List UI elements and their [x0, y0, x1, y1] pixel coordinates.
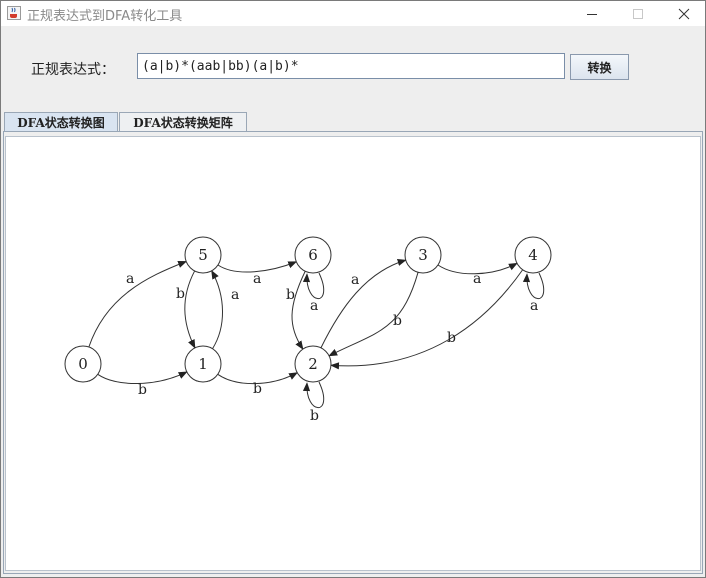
- transition-edge-0-5: [88, 261, 188, 348]
- title-bar: 正规表达式到DFA转化工具: [1, 1, 705, 26]
- window-title: 正规表达式到DFA转化工具: [27, 9, 183, 24]
- state-label: 2: [308, 355, 318, 373]
- transition-label: b: [393, 313, 402, 329]
- transition-edge-5-1: [184, 270, 196, 349]
- transition-edge-4-2: [330, 269, 524, 370]
- state-node-3: 3: [404, 236, 442, 274]
- transition-label: a: [310, 298, 318, 314]
- transition-label: a: [530, 298, 538, 314]
- state-label: 4: [528, 246, 538, 264]
- state-node-6: 6: [294, 236, 332, 274]
- transition-loop-6: [302, 272, 325, 299]
- transition-loop-4: [522, 272, 545, 299]
- transition-label: b: [176, 286, 185, 302]
- transition-label: a: [253, 271, 261, 287]
- transition-label: a: [231, 287, 239, 303]
- maximize-button[interactable]: [615, 1, 661, 26]
- state-node-4: 4: [514, 236, 552, 274]
- close-button[interactable]: [661, 1, 706, 26]
- close-icon: [678, 8, 690, 19]
- tab-dfa-matrix[interactable]: DFA状态转换矩阵: [119, 112, 247, 131]
- transition-loop-2: [302, 381, 325, 408]
- state-node-1: 1: [184, 345, 222, 383]
- maximize-icon: [633, 8, 643, 19]
- state-label: 6: [308, 246, 318, 264]
- state-node-2: 2: [294, 345, 332, 383]
- dfa-graph: abb aababbabaab0 1 23 45 6: [64, 236, 552, 424]
- state-label: 0: [78, 355, 88, 373]
- transition-label: b: [253, 381, 262, 397]
- tab-dfa-diagram[interactable]: DFA状态转换图: [4, 112, 118, 131]
- state-label: 3: [418, 246, 428, 264]
- transition-label: b: [138, 382, 147, 398]
- java-cup-icon: [7, 6, 21, 20]
- transition-label: a: [473, 271, 481, 287]
- transition-edge-2-3: [320, 259, 407, 349]
- state-label: 5: [198, 246, 208, 264]
- transition-label: a: [351, 272, 359, 288]
- transition-label: b: [447, 330, 456, 346]
- state-node-5: 5: [184, 236, 222, 274]
- transition-label: b: [286, 287, 295, 303]
- state-node-0: 0: [64, 345, 102, 383]
- transition-label: a: [126, 271, 134, 287]
- convert-button[interactable]: 转换: [570, 54, 629, 80]
- transition-edge-6-2: [291, 271, 306, 350]
- transition-label: b: [310, 408, 319, 424]
- state-label: 1: [198, 355, 208, 373]
- dfa-diagram-canvas: abbaababbabaab0123456: [5, 136, 701, 571]
- transition-edge-1-5: [211, 269, 224, 349]
- minimize-icon: [587, 13, 597, 15]
- transition-edge-3-2: [328, 272, 419, 357]
- regex-input[interactable]: [137, 53, 565, 79]
- minimize-button[interactable]: [569, 1, 615, 26]
- regex-label: 正规表达式：: [31, 62, 115, 78]
- app-window: 正规表达式到DFA转化工具 正规表达式： 转换 DFA状态转换图 DFA状态转换…: [0, 0, 706, 578]
